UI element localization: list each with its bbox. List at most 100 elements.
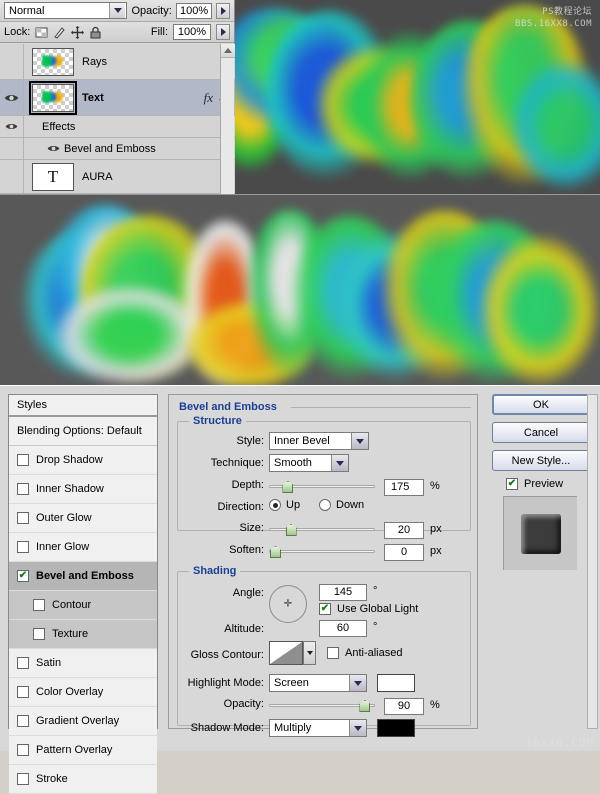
lock-position-icon[interactable] bbox=[71, 26, 84, 39]
highlight-mode-select[interactable]: Screen bbox=[269, 674, 367, 692]
shadow-color-swatch[interactable] bbox=[377, 719, 415, 737]
lock-image-icon[interactable] bbox=[53, 26, 66, 39]
checkbox-color-overlay[interactable] bbox=[17, 686, 29, 698]
size-input[interactable]: 20 bbox=[384, 522, 424, 539]
checkbox-anti-aliased[interactable] bbox=[327, 647, 339, 659]
checkbox-contour[interactable] bbox=[33, 599, 45, 611]
shading-opacity-slider-track[interactable] bbox=[269, 704, 375, 707]
layer-thumbnail-rays[interactable] bbox=[32, 48, 74, 76]
gloss-contour-preview[interactable] bbox=[269, 641, 303, 665]
shading-opacity-input[interactable]: 90 bbox=[384, 698, 424, 715]
gloss-contour-dropdown[interactable] bbox=[303, 641, 316, 665]
lock-label: Lock: bbox=[4, 26, 30, 38]
checkbox-bevel-and-emboss[interactable] bbox=[17, 570, 29, 582]
lock-all-icon[interactable] bbox=[89, 26, 102, 39]
depth-slider-track[interactable] bbox=[269, 485, 375, 488]
shadow-mode-select[interactable]: Multiply bbox=[269, 719, 367, 737]
style-item-outer-glow[interactable]: Outer Glow bbox=[9, 504, 157, 533]
visibility-toggle-effects[interactable] bbox=[0, 116, 24, 137]
technique-select[interactable]: Smooth bbox=[269, 454, 349, 472]
style-value: Inner Bevel bbox=[274, 435, 330, 447]
opacity-stepper[interactable] bbox=[216, 3, 230, 19]
chevron-down-icon[interactable] bbox=[109, 3, 125, 18]
checkbox-inner-glow[interactable] bbox=[17, 541, 29, 553]
checkbox-gradient-overlay[interactable] bbox=[17, 715, 29, 727]
size-unit: px bbox=[430, 523, 442, 535]
layers-scrollbar[interactable] bbox=[220, 44, 234, 194]
style-item-blending-options[interactable]: Blending Options: Default bbox=[9, 417, 157, 446]
altitude-input[interactable]: 60 bbox=[319, 620, 367, 637]
style-item-drop-shadow[interactable]: Drop Shadow bbox=[9, 446, 157, 475]
chevron-down-icon[interactable] bbox=[349, 675, 366, 691]
soften-unit: px bbox=[430, 545, 442, 557]
visibility-toggle-bevel[interactable] bbox=[24, 144, 64, 153]
style-item-inner-glow[interactable]: Inner Glow bbox=[9, 533, 157, 562]
checkbox-stroke[interactable] bbox=[17, 773, 29, 785]
anti-aliased-row[interactable]: Anti-aliased bbox=[327, 647, 402, 659]
soften-slider-track[interactable] bbox=[269, 550, 375, 553]
effects-label: Effects bbox=[42, 121, 75, 133]
layer-row-rays[interactable]: Rays bbox=[0, 44, 235, 80]
checkbox-satin[interactable] bbox=[17, 657, 29, 669]
style-item-inner-shadow[interactable]: Inner Shadow bbox=[9, 475, 157, 504]
size-slider-track[interactable] bbox=[269, 528, 375, 531]
chevron-down-icon[interactable] bbox=[351, 433, 368, 449]
angle-input[interactable]: 145 bbox=[319, 584, 367, 601]
visibility-toggle-rays[interactable] bbox=[0, 44, 24, 79]
checkbox-texture[interactable] bbox=[33, 628, 45, 640]
direction-down-radio[interactable]: Down bbox=[319, 499, 364, 511]
style-item-contour[interactable]: Contour bbox=[9, 591, 157, 620]
checkbox-drop-shadow[interactable] bbox=[17, 454, 29, 466]
fill-label: Fill: bbox=[151, 26, 168, 38]
soften-input[interactable]: 0 bbox=[384, 544, 424, 561]
visibility-toggle-aura[interactable] bbox=[0, 160, 24, 193]
layer-row-aura[interactable]: T AURA bbox=[0, 160, 235, 194]
gloss-contour-label: Gloss Contour: bbox=[174, 649, 264, 661]
style-item-texture[interactable]: Texture bbox=[9, 620, 157, 649]
soften-slider-thumb[interactable] bbox=[270, 546, 281, 558]
dialog-buttons: OK Cancel New Style... Preview bbox=[492, 394, 592, 570]
checkbox-pattern-overlay[interactable] bbox=[17, 744, 29, 756]
use-global-light-row[interactable]: Use Global Light bbox=[319, 603, 418, 615]
direction-up-radio[interactable]: Up bbox=[269, 499, 300, 511]
new-style-button[interactable]: New Style... bbox=[492, 450, 590, 471]
opacity-value[interactable]: 100% bbox=[176, 3, 213, 19]
layer-thumbnail-aura[interactable]: T bbox=[32, 163, 74, 191]
highlight-color-swatch[interactable] bbox=[377, 674, 415, 692]
chevron-down-icon[interactable] bbox=[349, 720, 366, 736]
fill-stepper[interactable] bbox=[216, 24, 230, 40]
cancel-button[interactable]: Cancel bbox=[492, 422, 590, 443]
layer-list: Rays Text fx bbox=[0, 44, 235, 194]
style-item-gradient-overlay[interactable]: Gradient Overlay bbox=[9, 707, 157, 736]
scroll-up-icon[interactable] bbox=[221, 44, 235, 58]
checkbox-use-global-light[interactable] bbox=[319, 603, 331, 615]
style-item-color-overlay[interactable]: Color Overlay bbox=[9, 678, 157, 707]
dialog-scrollbar[interactable] bbox=[587, 394, 598, 729]
style-item-satin[interactable]: Satin bbox=[9, 649, 157, 678]
checkbox-preview[interactable] bbox=[506, 478, 518, 490]
ok-button[interactable]: OK bbox=[492, 394, 590, 415]
fill-value[interactable]: 100% bbox=[173, 24, 211, 40]
chevron-down-icon[interactable] bbox=[331, 455, 348, 471]
blend-mode-select[interactable]: Normal bbox=[4, 2, 127, 19]
style-select[interactable]: Inner Bevel bbox=[269, 432, 369, 450]
styles-list: Styles Blending Options: Default Drop Sh… bbox=[8, 394, 158, 729]
layer-thumbnail-text[interactable] bbox=[32, 84, 74, 112]
fx-badge[interactable]: fx bbox=[204, 90, 219, 106]
angle-dial[interactable]: ✛ bbox=[269, 585, 307, 623]
checkbox-outer-glow[interactable] bbox=[17, 512, 29, 524]
preview-row[interactable]: Preview bbox=[506, 478, 592, 490]
visibility-toggle-text[interactable] bbox=[0, 80, 24, 115]
preview-label: Preview bbox=[524, 478, 563, 490]
effects-group-row[interactable]: Effects bbox=[0, 116, 235, 138]
checkbox-inner-shadow[interactable] bbox=[17, 483, 29, 495]
style-item-stroke[interactable]: Stroke bbox=[9, 765, 157, 794]
effect-row-bevel-and-emboss[interactable]: Bevel and Emboss bbox=[0, 138, 235, 160]
depth-input[interactable]: 175 bbox=[384, 479, 424, 496]
style-item-bevel-and-emboss[interactable]: Bevel and Emboss bbox=[9, 562, 157, 591]
layer-row-text[interactable]: Text fx bbox=[0, 80, 235, 116]
radio-up-icon[interactable] bbox=[269, 499, 281, 511]
lock-transparent-icon[interactable] bbox=[35, 26, 48, 39]
panel-title: Bevel and Emboss bbox=[179, 401, 277, 413]
radio-down-icon[interactable] bbox=[319, 499, 331, 511]
